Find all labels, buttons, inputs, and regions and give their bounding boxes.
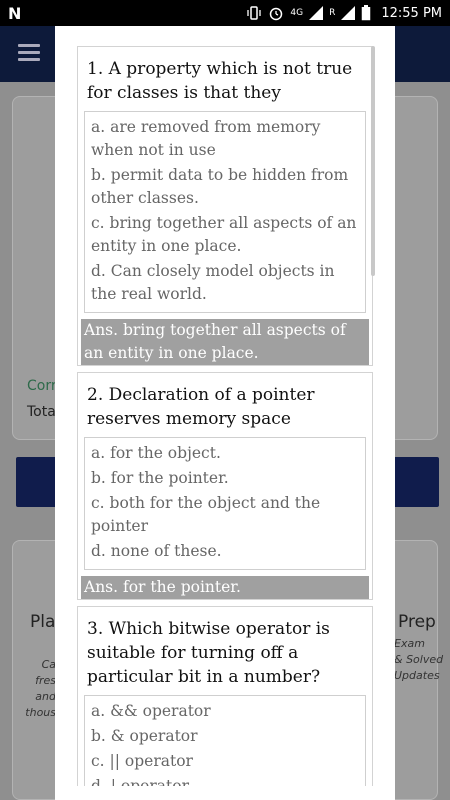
option-b: b. permit data to be hidden from other c… (91, 166, 349, 207)
option-c: c. || operator (91, 752, 193, 770)
question-card: 1. A property which is not true for clas… (77, 46, 373, 366)
battery-icon (361, 5, 371, 21)
option-a: a. for the object. (91, 444, 221, 462)
status-bar: N 4G R 12:55 PM (0, 0, 450, 26)
total-label: Tota (27, 404, 56, 420)
options-box: a. for the object. b. for the pointer. c… (84, 437, 366, 570)
question-title: 3. Which bitwise operator is suitable fo… (87, 619, 330, 687)
signal-icon (341, 5, 356, 21)
option-d: d. | operator (91, 777, 189, 786)
answers-dialog[interactable]: 1. A property which is not true for clas… (55, 26, 395, 800)
signal-icon (309, 5, 324, 21)
promo-left-title: Pla (30, 612, 56, 632)
option-c: c. both for the object and the pointer (91, 494, 321, 535)
alarm-icon (268, 5, 284, 21)
promo-left-line: Ca (41, 658, 56, 671)
clock: 12:55 PM (381, 5, 442, 21)
option-b: b. for the pointer. (91, 469, 229, 487)
correct-label: Corr (27, 378, 57, 394)
promo-left-line: and (35, 690, 56, 703)
promo-left-text: Ca fres and thous (22, 657, 56, 721)
menu-icon[interactable] (18, 44, 40, 62)
promo-left-line: thous (25, 706, 56, 719)
option-c: c. bring together all aspects of an enti… (91, 214, 357, 255)
question-title: 2. Declaration of a pointer reserves mem… (87, 385, 315, 429)
option-d: d. none of these. (91, 542, 222, 560)
roaming-label: R (329, 8, 336, 18)
promo-right-text: Exam & Solved Updates (394, 636, 450, 684)
scrollbar[interactable] (371, 46, 375, 276)
option-a: a. are removed from memory when not in u… (91, 118, 321, 159)
question-title: 1. A property which is not true for clas… (87, 59, 353, 103)
question-list: 1. A property which is not true for clas… (77, 46, 373, 786)
network-type-label: 4G (290, 8, 304, 18)
answer-text: Ans. bring together all aspects of an en… (81, 319, 369, 365)
vibrate-icon (246, 5, 262, 21)
options-box: a. are removed from memory when not in u… (84, 111, 366, 313)
notification-logo: N (8, 3, 22, 23)
option-d: d. Can closely model objects in the real… (91, 262, 335, 303)
options-box: a. && operator b. & operator c. || opera… (84, 695, 366, 786)
promo-right-line: Exam (394, 637, 425, 650)
question-card: 2. Declaration of a pointer reserves mem… (77, 372, 373, 600)
promo-right-title: Prep (398, 612, 436, 632)
promo-right-line: Updates (394, 669, 440, 682)
option-b: b. & operator (91, 727, 198, 745)
status-icons: 4G R 12:55 PM (246, 5, 442, 21)
questions-scroll-area[interactable]: 1. A property which is not true for clas… (55, 26, 395, 786)
answer-text: Ans. for the pointer. (81, 576, 369, 599)
promo-left-line: fres (35, 674, 56, 687)
option-a: a. && operator (91, 702, 211, 720)
promo-right-line: & Solved (394, 653, 444, 666)
question-card: 3. Which bitwise operator is suitable fo… (77, 606, 373, 786)
